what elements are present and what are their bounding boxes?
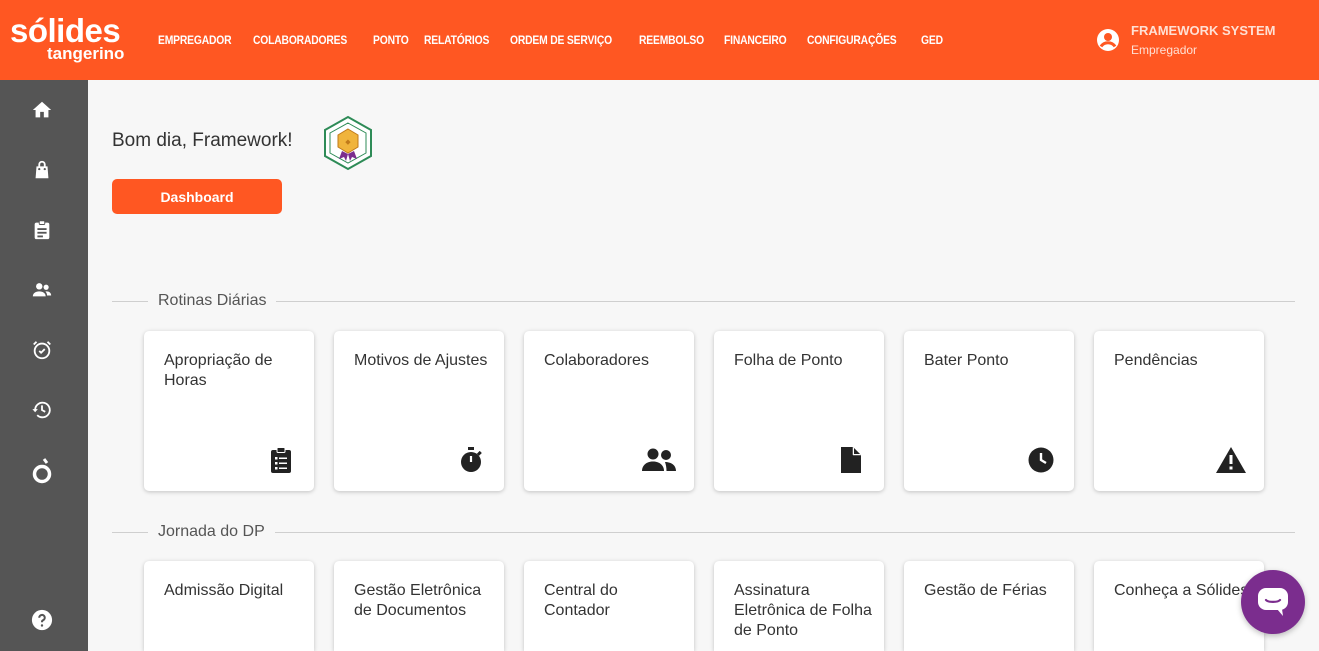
divider [276,300,1295,302]
card-folha-de-ponto[interactable]: Folha de Ponto [714,331,884,491]
top-bar: sólides tangerino EMPREGADOR COLABORADOR… [0,0,1319,80]
card-central-do-contador[interactable]: Central do Contador [524,561,694,651]
solides-logo-icon[interactable] [29,458,55,484]
nav-ordem-de-servico[interactable]: ORDEM DE SERVIÇO [510,33,612,47]
card-title: Apropriação de Horas [164,352,273,389]
user-menu[interactable]: FRAMEWORK SYSTEM Empregador [1096,18,1275,62]
user-name: FRAMEWORK SYSTEM [1131,23,1276,38]
card-title: Gestão de Férias [924,582,1047,599]
section-rotinas-diarias: Rotinas Diárias [112,291,1295,311]
section-title: Jornada do DP [158,523,265,540]
logo-line1: sólides [10,12,121,49]
clipboard-list-icon [266,445,296,475]
nav-financeiro[interactable]: FINANCEIRO [724,33,787,47]
user-info: FRAMEWORK SYSTEM Empregador [1131,23,1275,57]
nav-colaboradores[interactable]: COLABORADORES [253,33,347,47]
card-title: Assinatura Eletrônica de Folha de Ponto [734,582,872,639]
hexagon-badge-icon: ◆ [324,115,372,171]
card-assinatura-eletronica[interactable]: Assinatura Eletrônica de Folha de Ponto [714,561,884,651]
logo-line2: tangerino [47,44,125,63]
card-title: Colaboradores [544,352,649,369]
sidebar [0,80,88,651]
nav-reembolso[interactable]: REEMBOLSO [639,33,704,47]
card-title: Pendências [1114,352,1198,369]
card-title: Folha de Ponto [734,352,843,369]
account-circle-icon [1097,29,1119,51]
card-title: Gestão Eletrônica de Documentos [354,582,482,619]
section-title: Rotinas Diárias [158,292,267,309]
main-nav: EMPREGADOR COLABORADORES PONTO RELATÓRIO… [158,0,956,80]
svg-text:◆: ◆ [345,138,351,146]
nav-configuracoes[interactable]: CONFIGURAÇÕES [807,33,897,47]
section-jornada-do-dp: Jornada do DP [112,522,1295,542]
card-colaboradores[interactable]: Colaboradores [524,331,694,491]
divider [112,531,148,533]
card-title: Admissão Digital [164,582,284,599]
greeting: Bom dia, Framework! [112,130,293,151]
nav-empregador[interactable]: EMPREGADOR [158,33,232,47]
nav-ged[interactable]: GED [921,33,943,47]
card-title: Motivos de Ajustes [354,352,488,369]
solides-logo[interactable]: sólides tangerino [10,14,135,66]
home-icon[interactable] [29,97,55,123]
alarm-icon[interactable] [29,337,55,363]
user-role: Empregador [1131,43,1198,57]
card-gestao-eletronica-de-documentos[interactable]: Gestão Eletrônica de Documentos [334,561,504,651]
stopwatch-icon [456,445,486,475]
nav-ponto[interactable]: PONTO [373,33,409,47]
divider [112,300,148,302]
clipboard-icon[interactable] [29,217,55,243]
divider [274,531,1295,533]
card-conheca-a-solides[interactable]: Conheça a Sólides [1094,561,1264,651]
card-apropriacao-de-horas[interactable]: Apropriação de Horas [144,331,314,491]
chat-icon [1258,588,1288,616]
card-pendencias[interactable]: Pendências [1094,331,1264,491]
warning-icon [1216,445,1246,475]
main-content: Bom dia, Framework! ◆ Dashboard Rotinas … [88,80,1319,651]
users-icon[interactable] [29,277,55,303]
nav-relatorios[interactable]: RELATÓRIOS [424,33,489,47]
card-title: Central do Contador [544,582,618,619]
users-icon [642,445,676,475]
card-motivos-de-ajustes[interactable]: Motivos de Ajustes [334,331,504,491]
help-icon[interactable] [29,607,55,633]
card-title: Conheça a Sólides [1114,582,1249,599]
card-admissao-digital[interactable]: Admissão Digital [144,561,314,651]
clock-icon [1026,445,1056,475]
card-bater-ponto[interactable]: Bater Ponto [904,331,1074,491]
file-icon [836,445,866,475]
dashboard-button[interactable]: Dashboard [112,179,282,214]
chat-button[interactable] [1241,570,1305,634]
history-icon[interactable] [29,397,55,423]
card-gestao-de-ferias[interactable]: Gestão de Férias [904,561,1074,651]
card-title: Bater Ponto [924,352,1009,369]
shopping-bag-icon[interactable] [29,157,55,183]
